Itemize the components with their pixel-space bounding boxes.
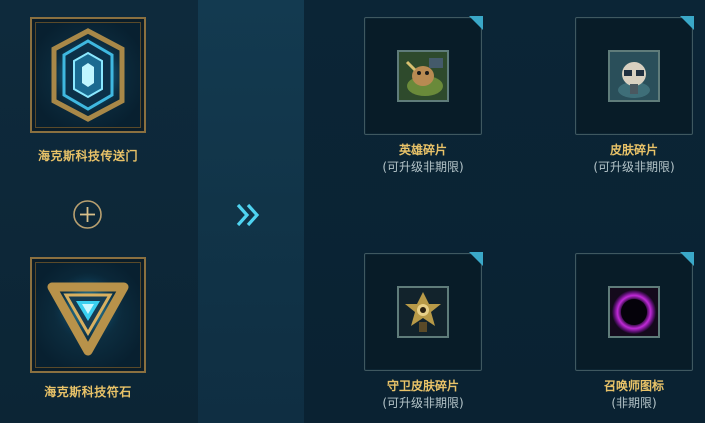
input-label-hextech-rune: 海克斯科技符石	[44, 385, 132, 399]
double-chevron-right-icon	[236, 203, 260, 227]
output-item-summoner-icon[interactable]	[575, 252, 694, 371]
ward-skin-shard-icon	[397, 286, 449, 338]
hextech-rune-icon	[47, 273, 129, 356]
champion-shard-icon	[397, 50, 449, 102]
output-note-champion-shard: (可升级非期限)	[382, 160, 464, 174]
output-note-summoner-icon: (非期限)	[611, 396, 657, 410]
corner-flag-icon	[680, 252, 694, 266]
corner-flag-icon	[469, 16, 483, 30]
output-note-skin-shard: (可升级非期限)	[593, 160, 675, 174]
crafting-recipe-panel: 海克斯科技传送门 海克斯科技符石 英雄碎片 (可升级非期限) 皮肤碎片 (可升级…	[0, 0, 705, 423]
plus-circle-icon	[73, 200, 102, 229]
output-name-ward-skin-shard: 守卫皮肤碎片	[386, 379, 459, 393]
recipe-inputs-panel: 海克斯科技传送门 海克斯科技符石	[0, 0, 198, 423]
output-item-skin-shard[interactable]	[575, 16, 694, 135]
skin-shard-icon	[608, 50, 660, 102]
output-item-champion-shard[interactable]	[364, 16, 483, 135]
input-item-hextech-rune[interactable]	[30, 257, 146, 373]
output-name-summoner-icon: 召唤师图标	[603, 379, 664, 393]
output-name-skin-shard: 皮肤碎片	[609, 143, 658, 157]
input-label-hextech-gate: 海克斯科技传送门	[37, 149, 138, 163]
hextech-gate-icon	[48, 28, 128, 122]
output-note-ward-skin-shard: (可升级非期限)	[382, 396, 464, 410]
corner-flag-icon	[680, 16, 694, 30]
output-item-ward-skin-shard[interactable]	[364, 252, 483, 371]
corner-flag-icon	[469, 252, 483, 266]
output-name-champion-shard: 英雄碎片	[398, 143, 447, 157]
summoner-icon-icon	[608, 286, 660, 338]
input-item-hextech-gate[interactable]	[30, 17, 146, 133]
